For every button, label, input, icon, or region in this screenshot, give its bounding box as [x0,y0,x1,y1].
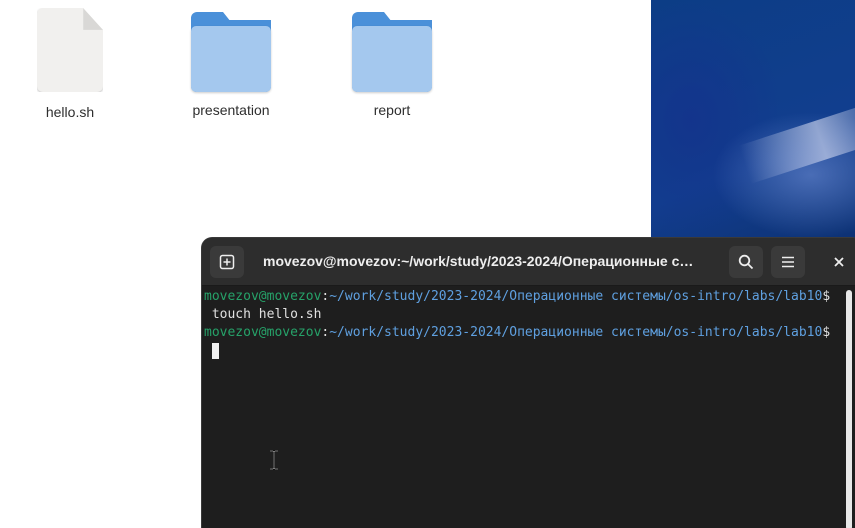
file-name: presentation [192,102,270,118]
terminal-header-bar[interactable]: movezov@movezov:~/work/study/2023-2024/О… [202,238,855,286]
search-icon [738,254,754,270]
text-cursor [211,343,219,359]
text-document-icon [37,8,103,92]
ibeam-cursor-icon [268,450,280,474]
terminal-title: movezov@movezov:~/work/study/2023-2024/О… [263,253,694,269]
close-icon [833,253,845,272]
prompt-user: movezov@movezov [204,325,322,340]
new-tab-icon [219,254,235,270]
menu-button[interactable] [771,246,805,278]
folder-icon [352,12,432,94]
prompt-user: movezov@movezov [204,289,322,304]
prompt-path: ~/work/study/2023-2024/Операционные сист… [329,289,823,304]
close-button[interactable] [822,246,855,278]
file-item-report[interactable]: report [332,12,452,118]
file-item-hello-sh[interactable]: hello.sh [10,8,130,120]
file-item-presentation[interactable]: presentation [171,12,291,118]
prompt-path: ~/work/study/2023-2024/Операционные сист… [329,325,823,340]
prompt-line: movezov@movezov:~/work/study/2023-2024/О… [204,289,831,304]
terminal-output[interactable]: movezov@movezov:~/work/study/2023-2024/О… [204,288,844,360]
file-name: hello.sh [45,104,95,120]
command-line: touch hello.sh [204,307,322,322]
scrollbar[interactable] [846,290,852,528]
terminal-window[interactable]: movezov@movezov:~/work/study/2023-2024/О… [202,238,855,528]
folder-icon [191,12,271,94]
file-name: report [373,102,411,118]
input-line[interactable] [204,342,844,360]
hamburger-menu-icon [780,254,796,270]
new-tab-button[interactable] [210,246,244,278]
prompt-line: movezov@movezov:~/work/study/2023-2024/О… [204,325,831,340]
search-button[interactable] [729,246,763,278]
